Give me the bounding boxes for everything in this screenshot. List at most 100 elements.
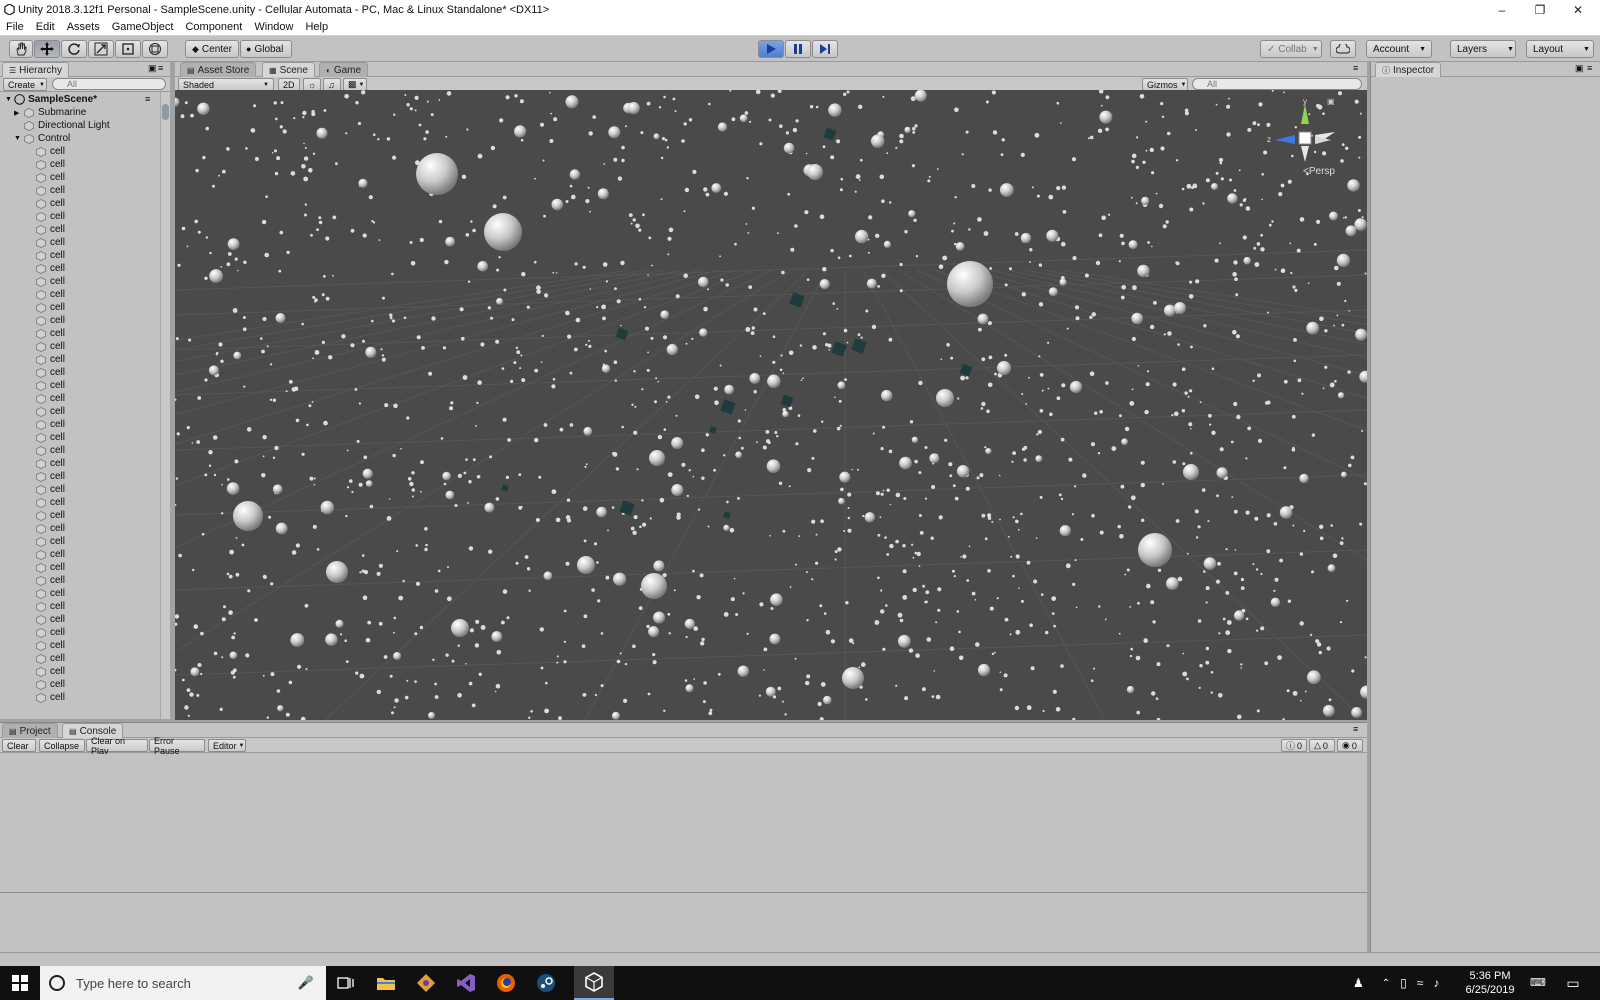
tab-inspector[interactable]: ⓘ Inspector — [1375, 62, 1442, 77]
create-dropdown[interactable]: Create ▼ — [3, 78, 47, 91]
panel-menu-icon[interactable]: ≡ — [1587, 63, 1592, 73]
task-view-button[interactable] — [326, 966, 366, 1000]
hierarchy-item-cell[interactable]: cell — [0, 691, 158, 704]
pivot-center-button[interactable]: ◆ Center — [185, 40, 239, 58]
hierarchy-scroll-thumb[interactable] — [162, 104, 169, 120]
hierarchy-item-cell[interactable]: cell — [0, 158, 158, 171]
tab-hierarchy[interactable]: ☰ Hierarchy — [2, 62, 69, 77]
chevron-up-icon[interactable]: ⌃ — [1382, 978, 1390, 989]
layout-dropdown[interactable]: Layout ▼ — [1526, 40, 1594, 58]
rotate-tool-button[interactable] — [61, 40, 87, 58]
hand-tool-button[interactable] — [9, 40, 33, 58]
hierarchy-item-cell[interactable]: cell — [0, 587, 158, 600]
wifi-icon[interactable]: ≈ — [1417, 976, 1424, 990]
menu-file[interactable]: File — [0, 21, 30, 33]
panel-menu-icon[interactable]: ≡ — [1353, 724, 1358, 734]
hierarchy-item-cell[interactable]: cell — [0, 548, 158, 561]
hierarchy-item-cell[interactable]: cell — [0, 223, 158, 236]
microphone-icon[interactable]: 🎤 — [298, 975, 314, 991]
hierarchy-item-cell[interactable]: cell — [0, 171, 158, 184]
hierarchy-item-cell[interactable]: cell — [0, 184, 158, 197]
console-editor-dropdown[interactable]: Editor ▼ — [208, 739, 246, 752]
close-icon[interactable]: ✕ — [1560, 0, 1596, 20]
gizmo-lock-icon[interactable]: ▣ — [1327, 97, 1335, 106]
hierarchy-item-cell[interactable]: cell — [0, 275, 158, 288]
hierarchy-item-cell[interactable]: cell — [0, 613, 158, 626]
hierarchy-item-cell[interactable]: cell — [0, 197, 158, 210]
hierarchy-item-cell[interactable]: cell — [0, 678, 158, 691]
taskbar-clock[interactable]: 5:36 PM 6/25/2019 — [1462, 969, 1518, 997]
steam-button[interactable] — [526, 966, 566, 1000]
menu-window[interactable]: Window — [248, 21, 299, 33]
hierarchy-item-cell[interactable]: cell — [0, 249, 158, 262]
hierarchy-item-cell[interactable]: cell — [0, 236, 158, 249]
gizmo-center-cube[interactable] — [1298, 131, 1312, 145]
file-explorer-button[interactable] — [366, 966, 406, 1000]
gizmo-z-axis[interactable] — [1275, 135, 1295, 144]
console-collapse-button[interactable]: Collapse — [39, 739, 85, 752]
console-log-toggle[interactable]: ⓘ 0 — [1281, 739, 1307, 752]
scale-tool-button[interactable] — [88, 40, 114, 58]
collab-dropdown[interactable]: ✓ Collab ▼ — [1260, 40, 1322, 58]
hierarchy-item-cell[interactable]: cell — [0, 639, 158, 652]
battery-icon[interactable]: ▯ — [1400, 976, 1407, 990]
hierarchy-item-submarine[interactable]: ▶ Submarine — [0, 106, 158, 119]
unity-taskbar-button[interactable] — [574, 966, 614, 1000]
lock-icon[interactable]: ▣ — [1575, 63, 1584, 74]
hierarchy-item-cell[interactable]: cell — [0, 366, 158, 379]
hierarchy-item-cell[interactable]: cell — [0, 470, 158, 483]
menu-help[interactable]: Help — [299, 21, 334, 33]
hierarchy-item-cell[interactable]: cell — [0, 210, 158, 223]
cloud-button[interactable] — [1330, 40, 1356, 58]
console-log-area[interactable] — [0, 754, 1367, 952]
gizmo-y-axis[interactable] — [1301, 104, 1309, 124]
people-icon[interactable]: ♟ — [1353, 976, 1364, 990]
hierarchy-item-cell[interactable]: cell — [0, 522, 158, 535]
menu-assets[interactable]: Assets — [61, 21, 106, 33]
menu-edit[interactable]: Edit — [30, 21, 61, 33]
console-warning-toggle[interactable]: △ 0 — [1309, 739, 1335, 752]
hierarchy-item-cell[interactable]: cell — [0, 561, 158, 574]
hierarchy-item-cell[interactable]: cell — [0, 509, 158, 522]
tab-project[interactable]: ▤ Project — [2, 723, 58, 738]
start-button[interactable] — [0, 966, 40, 1000]
hierarchy-item-cell[interactable]: cell — [0, 314, 158, 327]
hierarchy-item-cell[interactable]: cell — [0, 327, 158, 340]
hierarchy-item-cell[interactable]: cell — [0, 301, 158, 314]
gizmo-neg-y-axis[interactable] — [1301, 146, 1309, 162]
menu-gameobject[interactable]: GameObject — [106, 21, 180, 33]
hierarchy-item-cell[interactable]: cell — [0, 145, 158, 158]
scene-search-input[interactable]: All — [1192, 78, 1362, 90]
step-button[interactable] — [812, 40, 838, 58]
hierarchy-item-cell[interactable]: cell — [0, 418, 158, 431]
hierarchy-item-cell[interactable]: cell — [0, 262, 158, 275]
git-button[interactable] — [406, 966, 446, 1000]
projection-label[interactable]: <Persp — [1303, 166, 1335, 177]
tab-game[interactable]: ◐ Game — [319, 62, 369, 77]
rect-tool-button[interactable] — [115, 40, 141, 58]
panel-menu-icon[interactable]: ≡ — [158, 63, 163, 73]
layers-dropdown[interactable]: Layers ▼ — [1450, 40, 1516, 58]
hierarchy-item-cell[interactable]: cell — [0, 379, 158, 392]
minimize-icon[interactable]: – — [1484, 0, 1520, 20]
hierarchy-item-cell[interactable]: cell — [0, 496, 158, 509]
console-error-toggle[interactable]: ◉ 0 — [1337, 739, 1363, 752]
console-clear-on-play-button[interactable]: Clear on Play — [86, 736, 148, 756]
hierarchy-item-cell[interactable]: cell — [0, 392, 158, 405]
expand-right-icon[interactable]: ▶ — [14, 109, 24, 117]
hierarchy-item-cell[interactable]: cell — [0, 600, 158, 613]
hierarchy-item-cell[interactable]: cell — [0, 626, 158, 639]
transform-tool-button[interactable] — [142, 40, 168, 58]
space-global-button[interactable]: ● Global — [240, 40, 292, 58]
hierarchy-item-cell[interactable]: cell — [0, 652, 158, 665]
hierarchy-scrollbar[interactable] — [160, 92, 170, 719]
scene-menu-icon[interactable]: ≡ — [145, 94, 150, 104]
scene-render[interactable] — [175, 90, 1367, 720]
hierarchy-item-cell[interactable]: cell — [0, 340, 158, 353]
keyboard-icon[interactable]: ⌨ — [1530, 976, 1546, 989]
scene-viewport[interactable]: y z ▣ <Persp — [175, 90, 1367, 720]
lock-icon[interactable]: ▣ — [148, 63, 157, 74]
tab-asset-store[interactable]: ▤ Asset Store — [180, 62, 257, 77]
hierarchy-item-cell[interactable]: cell — [0, 288, 158, 301]
move-tool-button[interactable] — [34, 40, 60, 58]
